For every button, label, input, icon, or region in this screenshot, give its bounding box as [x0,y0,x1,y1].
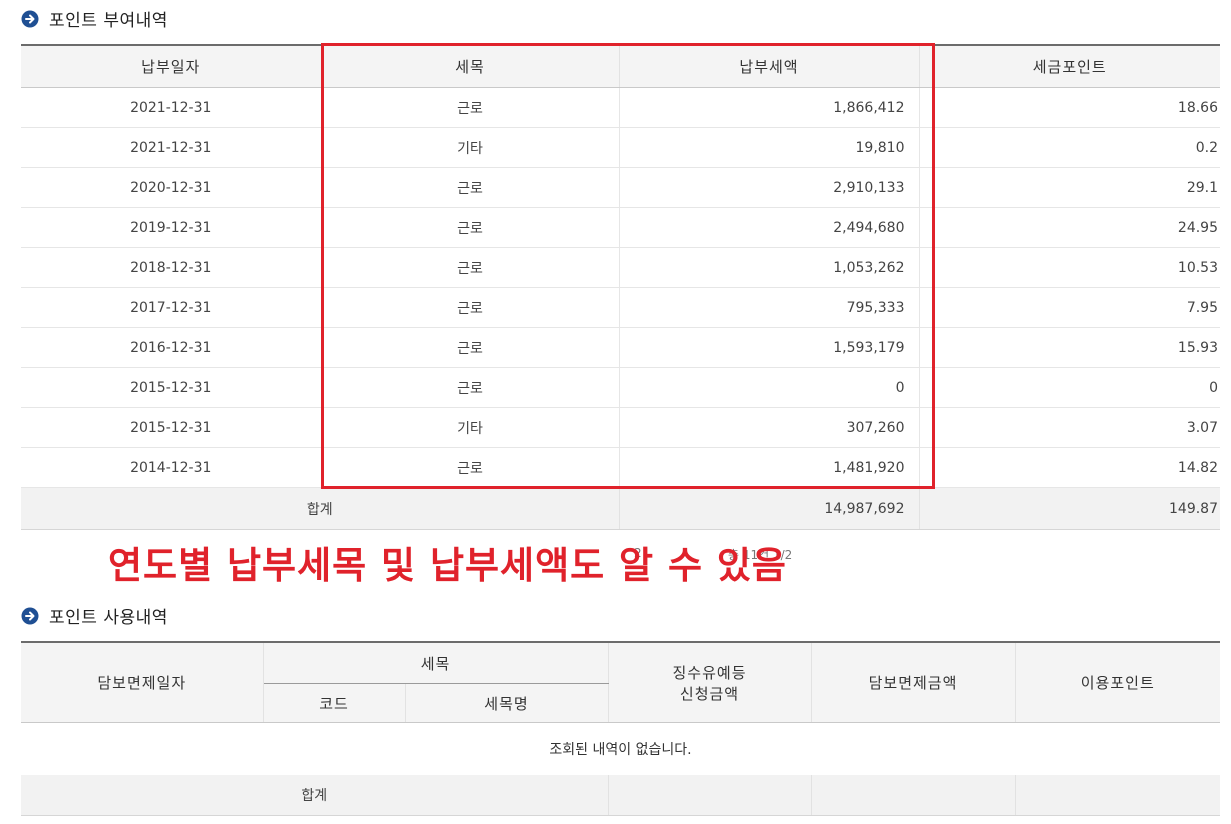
cell-payment-date: 2021-12-31 [21,127,322,168]
column-header-exempt-amount: 담보면제금액 [811,642,1016,723]
total-cell-used-points [1015,774,1221,816]
total-amount: 14,987,692 [619,487,920,530]
column-header-tax-item: 세목 [263,642,609,684]
cell-payment-date: 2018-12-31 [21,247,322,288]
cell-tax-points: 3.07 [919,407,1220,448]
point-usage-table: 담보면제일자 세목 징수유예등 신청금액 담보면제금액 이용포인트 코드 세목명… [21,641,1221,816]
column-header-payment-date: 납부일자 [21,45,322,88]
total-cell-exempt-amount [811,774,1016,816]
cell-tax-points: 0 [919,367,1220,408]
cell-payment-date: 2020-12-31 [21,167,322,208]
column-header-code: 코드 [263,683,406,723]
cell-payment-date: 2021-12-31 [21,87,322,128]
total-cell-request-amount [608,774,812,816]
arrow-right-circle-icon [21,607,39,624]
section-title-text: 포인트 부여내역 [49,11,168,31]
table-header-row: 담보면제일자 세목 징수유예등 신청금액 담보면제금액 이용포인트 [21,642,1221,723]
total-label: 합계 [21,487,620,530]
cell-payment-date: 2016-12-31 [21,327,322,368]
total-row: 합계 14,987,692 149.87 [21,487,1220,530]
annotation-text: 연도별 납부세목 및 납부세액도 알 수 있음 [108,544,787,587]
cell-tax-points: 15.93 [919,327,1220,368]
section-title-point-usage: 포인트 사용내역 [21,603,168,628]
column-header-tax-name: 세목명 [405,683,609,723]
cell-tax-points: 0.2 [919,127,1220,168]
total-label: 합계 [21,774,609,816]
cell-tax-points: 29.1 [919,167,1220,208]
arrow-right-circle-icon [21,10,39,27]
column-header-request-amount-line1: 징수유예등 [672,663,747,682]
cell-payment-date: 2015-12-31 [21,407,322,448]
total-row: 합계 [21,774,1221,816]
column-header-request-amount: 징수유예등 신청금액 [608,642,812,723]
cell-payment-date: 2014-12-31 [21,447,322,488]
cell-tax-points: 14.82 [919,447,1220,488]
cell-payment-date: 2015-12-31 [21,367,322,408]
empty-row: 조회된 내역이 없습니다. [21,722,1221,775]
section-title-point-grant: 포인트 부여내역 [21,6,168,31]
cell-tax-points: 7.95 [919,287,1220,328]
column-header-tax-points: 세금포인트 [919,45,1220,88]
cell-payment-date: 2017-12-31 [21,287,322,328]
column-header-used-points: 이용포인트 [1015,642,1221,723]
column-header-exempt-date: 담보면제일자 [21,642,264,723]
column-header-request-amount-line2: 신청금액 [679,684,740,703]
cell-payment-date: 2019-12-31 [21,207,322,248]
empty-message: 조회된 내역이 없습니다. [21,722,1221,775]
cell-tax-points: 18.66 [919,87,1220,128]
annotation-highlight-box [321,43,935,489]
cell-tax-points: 10.53 [919,247,1220,288]
total-points: 149.87 [919,487,1220,530]
section-title-text: 포인트 사용내역 [49,608,168,628]
cell-tax-points: 24.95 [919,207,1220,248]
